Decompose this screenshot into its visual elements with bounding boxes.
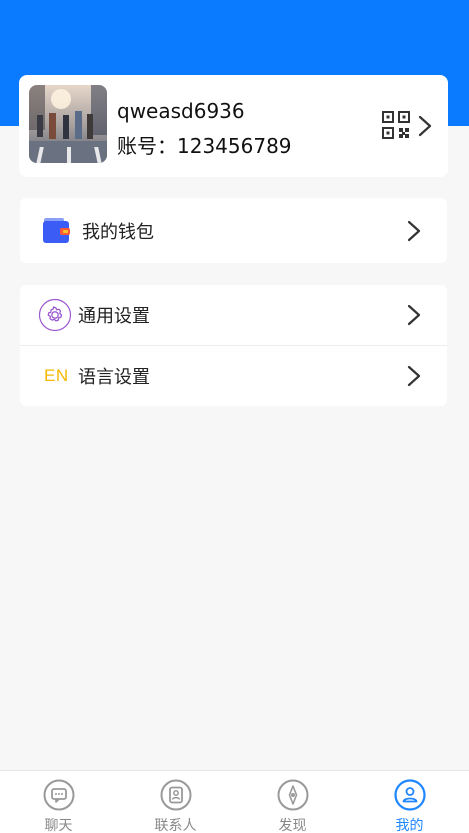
menu-item-wallet[interactable]: 我的钱包 <box>20 198 447 263</box>
qr-code-icon[interactable] <box>382 111 410 139</box>
menu-item-general-settings[interactable]: 通用设置 <box>20 285 447 345</box>
tab-me[interactable]: 我的 <box>351 771 468 833</box>
wallet-icon <box>43 217 70 243</box>
profile-card[interactable]: qweasd6936 账号：123456789 <box>19 75 448 177</box>
wallet-group: 我的钱包 <box>20 198 447 263</box>
tab-discover-label: 发现 <box>278 818 307 833</box>
chevron-right-icon <box>407 304 421 326</box>
general-settings-label: 通用设置 <box>78 306 150 327</box>
bottom-tab-bar: 聊天 联系人 发现 我的 <box>0 770 469 833</box>
chat-icon <box>43 779 74 811</box>
wallet-label: 我的钱包 <box>82 221 154 243</box>
chevron-right-icon <box>407 365 421 386</box>
username: qweasd6936 <box>117 99 245 123</box>
tab-chat-label: 聊天 <box>44 818 73 833</box>
tab-contacts-label: 联系人 <box>154 818 197 833</box>
language-icon: EN <box>44 365 69 385</box>
language-settings-label: 语言设置 <box>78 366 150 388</box>
compass-icon <box>277 779 308 811</box>
avatar[interactable] <box>29 85 107 163</box>
chevron-right-icon[interactable] <box>417 115 433 137</box>
tab-me-label: 我的 <box>395 818 424 833</box>
tab-contacts[interactable]: 联系人 <box>117 771 234 833</box>
settings-group: 通用设置 EN 语言设置 <box>20 285 447 406</box>
tab-chat[interactable]: 聊天 <box>0 771 117 833</box>
menu-item-language-settings[interactable]: EN 语言设置 <box>20 345 447 405</box>
tab-discover[interactable]: 发现 <box>234 771 351 833</box>
gear-icon <box>38 298 72 332</box>
account-id: 账号：123456789 <box>117 134 292 158</box>
contacts-icon <box>160 779 191 811</box>
user-icon <box>393 779 426 811</box>
chevron-right-icon <box>407 220 421 241</box>
